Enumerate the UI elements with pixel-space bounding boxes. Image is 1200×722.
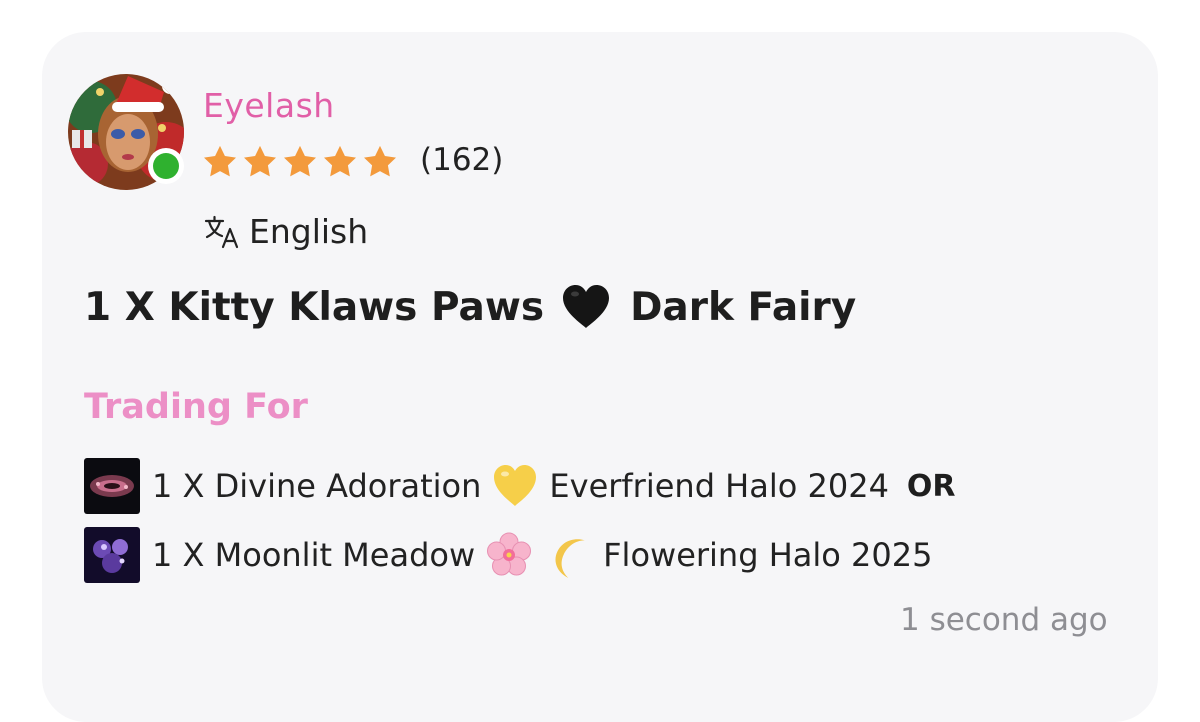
avatar[interactable]	[66, 72, 190, 192]
translate-icon	[204, 215, 239, 248]
online-status-indicator	[148, 148, 184, 184]
trade-item-variant: Flowering Halo 2025	[603, 536, 933, 574]
post-timestamp: 1 second ago	[900, 602, 1108, 638]
listing-title: 1 X Kitty Klaws Paws Dark Fairy	[84, 283, 856, 331]
item-thumbnail	[84, 527, 140, 583]
trade-item-name: 1 X Divine Adoration	[152, 467, 482, 505]
listing-title-variant: Dark Fairy	[630, 284, 857, 330]
star-icon	[364, 145, 396, 177]
username[interactable]: Eyelash	[203, 86, 335, 125]
star-icon	[244, 145, 276, 177]
trading-for-heading: Trading For	[84, 387, 308, 427]
star-icon	[324, 145, 356, 177]
star-icon	[204, 145, 236, 177]
crescent-moon-icon	[555, 539, 585, 578]
star-icon	[284, 145, 316, 177]
trade-item-variant: Everfriend Halo 2024	[549, 467, 889, 505]
rating-count: (162)	[420, 142, 504, 178]
translate-button[interactable]: English	[203, 212, 368, 251]
trade-item[interactable]: 1 X Divine Adoration Everfriend Halo 202…	[84, 458, 956, 514]
trade-item[interactable]: 1 X Moonlit Meadow Flowering Halo 2025	[84, 527, 932, 583]
trade-item-name: 1 X Moonlit Meadow	[152, 536, 476, 574]
language-label: English	[249, 212, 369, 251]
cherry-blossom-icon	[487, 532, 532, 576]
yellow-heart-icon	[494, 465, 537, 506]
item-thumbnail	[84, 458, 140, 514]
or-separator: OR	[906, 468, 956, 504]
black-heart-icon	[563, 285, 610, 328]
rating-stars	[201, 143, 399, 181]
listing-title-item: 1 X Kitty Klaws Paws	[84, 284, 545, 330]
